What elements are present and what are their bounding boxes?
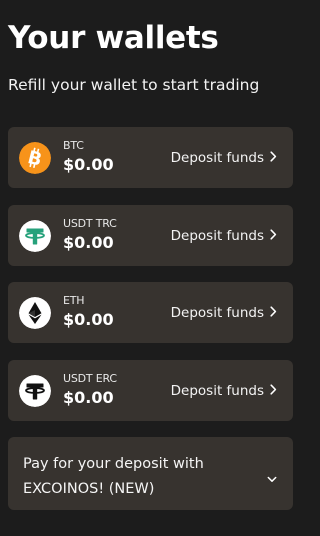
chevron-right-icon [270, 304, 277, 322]
deposit-funds-label: Deposit funds [170, 150, 264, 166]
ethereum-icon [19, 297, 51, 329]
tether-icon [19, 220, 51, 252]
chevron-down-icon [267, 468, 277, 487]
chevron-right-icon [270, 227, 277, 245]
wallet-card-btc[interactable]: B BTC $0.00 Deposit funds [8, 127, 293, 188]
page-subtitle: Refill your wallet to start trading [8, 76, 260, 94]
wallet-balance: $0.00 [63, 155, 114, 174]
wallet-name: USDT TRC [63, 217, 117, 230]
chevron-right-icon [270, 382, 277, 400]
excoinos-promo-text: Pay for your deposit with EXCOINOS! (NEW… [23, 456, 204, 497]
deposit-funds-label: Deposit funds [170, 228, 264, 244]
page-title: Your wallets [8, 20, 219, 56]
deposit-funds-button[interactable]: Deposit funds [171, 227, 277, 245]
wallet-card-usdt-erc[interactable]: USDT ERC $0.00 Deposit funds [8, 360, 293, 421]
tether-icon [19, 375, 51, 407]
wallet-balance: $0.00 [63, 388, 114, 407]
wallet-card-eth[interactable]: ETH $0.00 Deposit funds [8, 282, 293, 343]
excoinos-deposit-accordion[interactable]: Pay for your deposit with EXCOINOS! (NEW… [8, 437, 293, 510]
bitcoin-icon: B [19, 142, 51, 174]
deposit-funds-label: Deposit funds [170, 305, 264, 321]
wallet-name: USDT ERC [63, 372, 117, 385]
wallet-balance: $0.00 [63, 233, 114, 252]
wallet-balance: $0.00 [63, 310, 114, 329]
deposit-funds-button[interactable]: Deposit funds [171, 382, 277, 400]
wallet-name: ETH [63, 294, 85, 307]
deposit-funds-button[interactable]: Deposit funds [171, 304, 277, 322]
deposit-funds-button[interactable]: Deposit funds [171, 149, 277, 167]
wallet-card-usdt-trc[interactable]: USDT TRC $0.00 Deposit funds [8, 205, 293, 266]
deposit-funds-label: Deposit funds [170, 383, 264, 399]
wallet-name: BTC [63, 139, 84, 152]
chevron-right-icon [270, 149, 277, 167]
